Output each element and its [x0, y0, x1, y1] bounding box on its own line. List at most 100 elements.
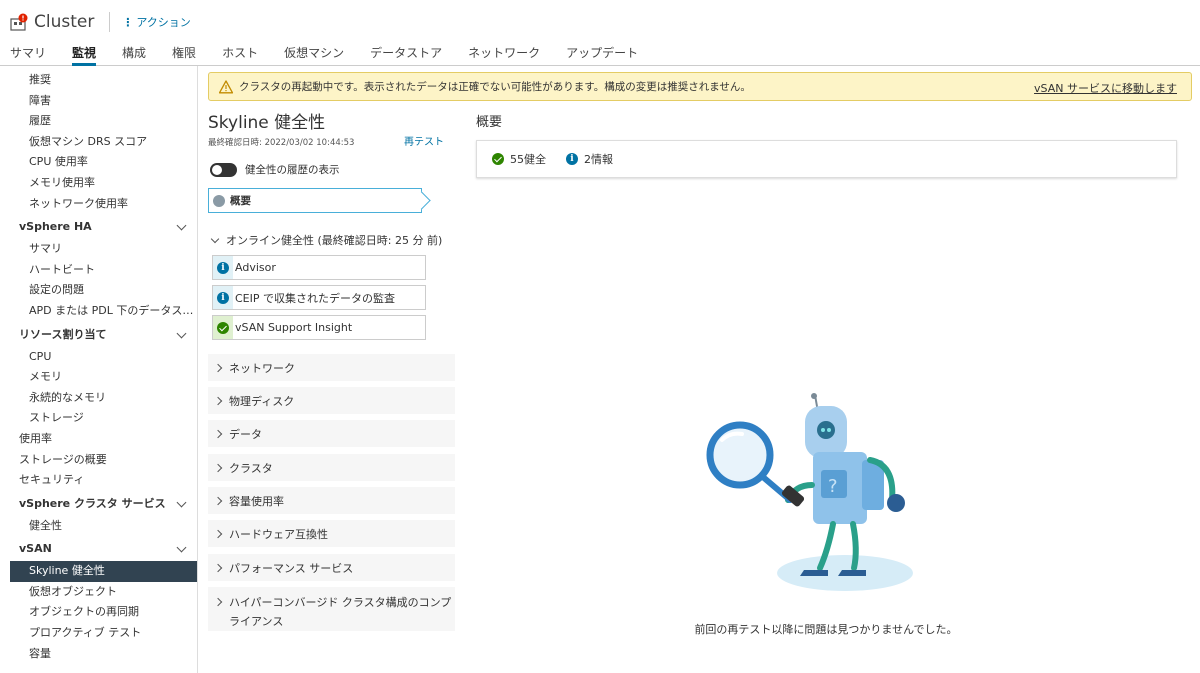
group-network[interactable]: ネットワーク: [208, 354, 455, 381]
sidebar-item-recommendations[interactable]: 推奨: [0, 70, 197, 91]
check-support-insight[interactable]: vSAN Support Insight: [212, 315, 426, 340]
sidebar-item-virtual-objects[interactable]: 仮想オブジェクト: [0, 582, 197, 603]
sidebar-item-proactive-tests[interactable]: プロアクティブ テスト: [0, 623, 197, 644]
sidebar-item-drs-score[interactable]: 仮想マシン DRS スコア: [0, 132, 197, 153]
sidebar-section-vsphere-ha[interactable]: vSphere HA: [0, 214, 197, 239]
online-health-label: オンライン健全性 (最終確認日時: 25 分 前): [226, 234, 443, 247]
sidebar-item-memory[interactable]: メモリ: [0, 367, 197, 388]
sidebar-item-history[interactable]: 履歴: [0, 111, 197, 132]
group-data[interactable]: データ: [208, 420, 455, 447]
sidebar-item-config-issues[interactable]: 設定の問題: [0, 280, 197, 301]
sidebar-section-vsan[interactable]: vSAN: [0, 536, 197, 561]
chevron-right-icon: [213, 463, 223, 472]
chevron-down-icon: [176, 497, 187, 508]
sidebar-item-security[interactable]: セキュリティ: [0, 470, 197, 491]
summary-title: 概要: [476, 115, 503, 130]
sidebar-item-capacity[interactable]: 容量: [0, 644, 197, 665]
actions-menu-button[interactable]: ⋮ アクション: [122, 14, 190, 30]
status-cell: [213, 316, 233, 339]
group-label: クラスタ: [229, 461, 273, 475]
tab-summary[interactable]: サマリ: [10, 40, 46, 66]
sidebar-item-cpu-usage[interactable]: CPU 使用率: [0, 152, 197, 173]
tab-monitor[interactable]: 監視: [72, 40, 97, 66]
check-ceip-audit[interactable]: i CEIP で収集されたデータの監査: [212, 285, 426, 310]
tab-permissions[interactable]: 権限: [172, 40, 196, 66]
health-panel: Skyline 健全性 最終確認日時: 2022/03/02 10:44:53 …: [208, 108, 458, 631]
sidebar-item-pmem[interactable]: 永続的なメモリ: [0, 388, 197, 409]
summary-box: 55健全 i 2情報: [476, 140, 1177, 178]
healthy-label: 55健全: [510, 153, 546, 166]
sidebar-item-faults[interactable]: 障害: [0, 91, 197, 112]
dashboard-icon: [213, 194, 225, 207]
selection-pointer: [412, 191, 431, 210]
check-circle-icon: [492, 153, 504, 165]
chevron-down-icon: [176, 220, 187, 231]
group-performance-service[interactable]: パフォーマンス サービス: [208, 554, 455, 581]
section-label: リソース割り当て: [19, 327, 107, 341]
sidebar-item-storage[interactable]: ストレージ: [0, 408, 197, 429]
cluster-icon: [10, 13, 28, 31]
history-toggle-label: 健全性の履歴の表示: [245, 164, 340, 176]
info-label: 2情報: [584, 153, 613, 166]
chevron-right-icon: [213, 597, 223, 607]
info-icon: i: [566, 153, 578, 165]
warning-icon: [218, 79, 234, 94]
sidebar-item-network-usage[interactable]: ネットワーク使用率: [0, 194, 197, 215]
group-hci-compliance[interactable]: ハイパーコンバージド クラスタ構成のコンプライアンス: [208, 587, 455, 631]
tab-vms[interactable]: 仮想マシン: [284, 40, 344, 66]
sidebar-item-storage-overview[interactable]: ストレージの概要: [0, 450, 197, 471]
history-toggle[interactable]: [210, 162, 237, 177]
chevron-right-icon: [213, 396, 223, 405]
tab-updates[interactable]: アップデート: [566, 40, 638, 66]
chevron-right-icon: [213, 529, 223, 538]
group-hardware-compatibility[interactable]: ハードウェア互換性: [208, 520, 455, 547]
object-title: Cluster: [34, 12, 95, 32]
group-label: 容量使用率: [229, 494, 284, 508]
sidebar-item-memory-usage[interactable]: メモリ使用率: [0, 173, 197, 194]
object-header: Cluster ⋮ アクション サマリ 監視 構成 権限 ホスト 仮想マシン デ…: [0, 0, 1200, 66]
group-label: ハイパーコンバージド クラスタ構成のコンプライアンス: [229, 596, 452, 628]
group-label: パフォーマンス サービス: [229, 561, 354, 575]
retest-button[interactable]: 再テスト: [404, 133, 444, 148]
go-to-vsan-services-link[interactable]: vSAN サービスに移動します: [1034, 80, 1177, 96]
chevron-right-icon: [213, 496, 223, 505]
tab-configure[interactable]: 構成: [122, 40, 146, 66]
tab-hosts[interactable]: ホスト: [222, 40, 258, 66]
title-divider: [109, 12, 111, 32]
page-title: Skyline 健全性: [208, 113, 326, 133]
sidebar-item-resync-objects[interactable]: オブジェクトの再同期: [0, 602, 197, 623]
chevron-down-icon: [176, 542, 187, 553]
chevron-right-icon: [213, 363, 223, 372]
group-capacity-utilization[interactable]: 容量使用率: [208, 487, 455, 514]
group-physical-disk[interactable]: 物理ディスク: [208, 387, 455, 414]
tab-networks[interactable]: ネットワーク: [468, 40, 540, 66]
sidebar-item-apd-pdl[interactable]: APD または PDL 下のデータストア: [0, 301, 197, 322]
sidebar-section-resource-allocation[interactable]: リソース割り当て: [0, 322, 197, 347]
chevron-down-icon: [210, 234, 220, 243]
online-health-header[interactable]: オンライン健全性 (最終確認日時: 25 分 前): [210, 232, 443, 248]
group-label: ネットワーク: [229, 361, 295, 375]
tab-datastores[interactable]: データストア: [370, 40, 442, 66]
no-issues-message: 前回の再テスト以降に問題は見つかりませんでした。: [694, 623, 958, 636]
object-tabs: サマリ 監視 構成 権限 ホスト 仮想マシン データストア ネットワーク アップ…: [10, 40, 664, 66]
sidebar-item-cluster-health[interactable]: 健全性: [0, 516, 197, 537]
group-cluster[interactable]: クラスタ: [208, 454, 455, 481]
info-icon: i: [217, 261, 229, 274]
section-label: vSphere クラスタ サービス: [19, 496, 166, 510]
sidebar-item-ha-summary[interactable]: サマリ: [0, 239, 197, 260]
sidebar-item-heartbeat[interactable]: ハートビート: [0, 260, 197, 281]
sidebar-item-skyline-health[interactable]: Skyline 健全性: [10, 561, 197, 582]
sidebar-section-cluster-services[interactable]: vSphere クラスタ サービス: [0, 491, 197, 516]
overview-item[interactable]: 概要: [208, 188, 431, 213]
check-advisor[interactable]: i Advisor: [212, 255, 426, 280]
last-checked-text: 最終確認日時: 2022/03/02 10:44:53: [208, 138, 355, 148]
group-label: ハードウェア互換性: [229, 527, 328, 541]
status-cell: i: [213, 286, 233, 309]
monitor-sidebar: 推奨 障害 履歴 仮想マシン DRS スコア CPU 使用率 メモリ使用率 ネッ…: [0, 66, 198, 673]
chevron-down-icon: [176, 328, 187, 338]
info-count: i 2情報: [566, 151, 613, 167]
sidebar-item-utilization[interactable]: 使用率: [0, 429, 197, 450]
sidebar-item-cpu[interactable]: CPU: [0, 347, 197, 368]
banner-message: クラスタの再起動中です。表示されたデータは正確でない可能性があります。構成の変更…: [239, 81, 751, 93]
check-circle-icon: [217, 321, 229, 334]
